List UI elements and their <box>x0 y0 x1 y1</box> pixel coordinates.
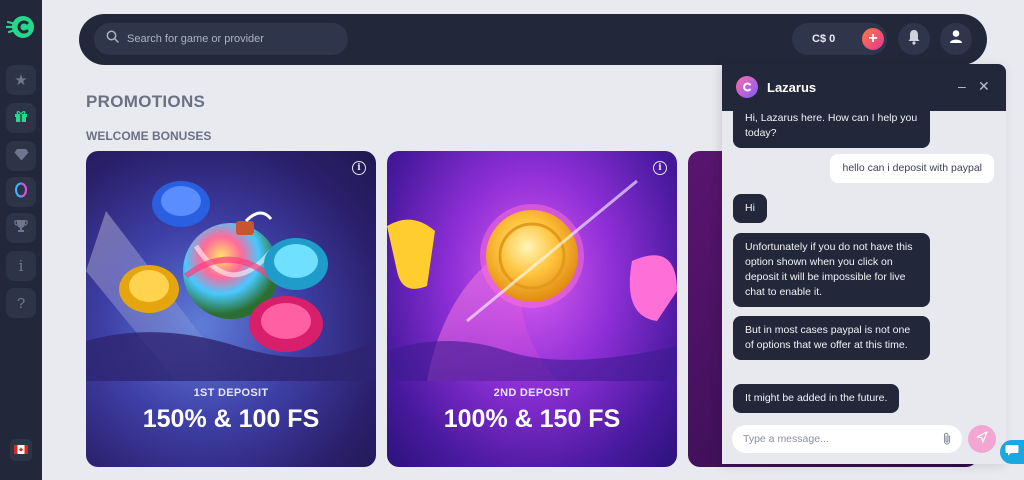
chat-message-agent: It might be added in the future. <box>733 384 900 413</box>
plus-icon: + <box>868 30 878 47</box>
sidebar-item-info[interactable]: i <box>6 251 36 281</box>
help-icon: ? <box>16 294 26 312</box>
card-info-button[interactable]: i <box>653 161 667 175</box>
user-icon <box>949 29 963 49</box>
chat-message-user: hello can i deposit with paypal <box>830 154 994 183</box>
loyalty-ring-icon <box>14 182 28 202</box>
chat-message-agent: Hi <box>733 194 767 223</box>
card-subtitle: 2ND DEPOSIT <box>493 387 571 399</box>
sidebar: ★ i ? <box>0 0 42 480</box>
card-offer: 100% & 150 FS <box>443 405 621 433</box>
deposit-button[interactable]: + <box>862 28 884 50</box>
profile-button[interactable] <box>940 23 972 55</box>
card-offer: 150% & 100 FS <box>142 405 320 433</box>
search-input[interactable] <box>127 33 327 45</box>
chat-launcher-button[interactable] <box>1000 440 1024 464</box>
promo-card-first-deposit[interactable]: i 1ST DEPOSIT 150% & 100 FS <box>86 151 376 467</box>
promo-artwork-candy-bomb <box>86 181 376 381</box>
section-title: WELCOME BONUSES <box>86 129 212 143</box>
star-icon: ★ <box>14 72 28 89</box>
message-composer[interactable] <box>732 425 962 453</box>
top-header: C$ 0 + <box>79 14 987 65</box>
diamond-icon <box>14 148 29 165</box>
message-input[interactable] <box>743 433 923 445</box>
chat-message-agent: But in most cases paypal is not one of o… <box>733 316 930 360</box>
bell-icon <box>907 29 921 50</box>
chat-message-agent: Unfortunately if you do not have this op… <box>733 233 930 307</box>
sidebar-item-tournaments[interactable] <box>6 213 36 243</box>
language-selector[interactable] <box>10 439 32 461</box>
sidebar-item-promotions[interactable] <box>6 103 36 133</box>
promo-artwork-candy-coin <box>387 179 677 381</box>
sidebar-item-vip[interactable] <box>6 141 36 171</box>
paperclip-icon[interactable] <box>942 432 952 450</box>
canada-flag-icon <box>14 441 28 459</box>
info-icon: i <box>18 257 24 275</box>
balance-pill[interactable]: C$ 0 + <box>792 23 887 55</box>
sidebar-item-loyalty[interactable] <box>6 177 36 207</box>
agent-avatar <box>736 76 758 98</box>
chat-bubble-icon <box>1005 443 1019 461</box>
send-button[interactable] <box>968 425 996 453</box>
promo-card-second-deposit[interactable]: i 2ND DEPOSIT 100% & 150 FS <box>387 151 677 467</box>
brand-logo[interactable] <box>5 12 36 42</box>
balance-value: C$ 0 <box>812 33 836 45</box>
notifications-button[interactable] <box>898 23 930 55</box>
chat-message-agent: Hi, Lazarus here. How can I help you tod… <box>733 104 930 148</box>
sidebar-item-help[interactable]: ? <box>6 288 36 318</box>
card-subtitle: 1ST DEPOSIT <box>193 387 269 399</box>
gift-icon <box>14 109 28 127</box>
minimize-icon[interactable]: – <box>958 78 966 94</box>
trophy-icon <box>14 219 28 237</box>
send-icon <box>976 430 988 448</box>
search-icon <box>106 30 119 48</box>
sidebar-item-favorites[interactable]: ★ <box>6 65 36 95</box>
page-title: PROMOTIONS <box>86 92 206 111</box>
search-bar[interactable] <box>94 23 348 55</box>
live-chat-widget: Lazarus – ✕ Hi, Lazarus here. How can I … <box>722 64 1006 464</box>
close-icon[interactable]: ✕ <box>978 78 990 95</box>
agent-name: Lazarus <box>767 80 817 95</box>
card-info-button[interactable]: i <box>352 161 366 175</box>
